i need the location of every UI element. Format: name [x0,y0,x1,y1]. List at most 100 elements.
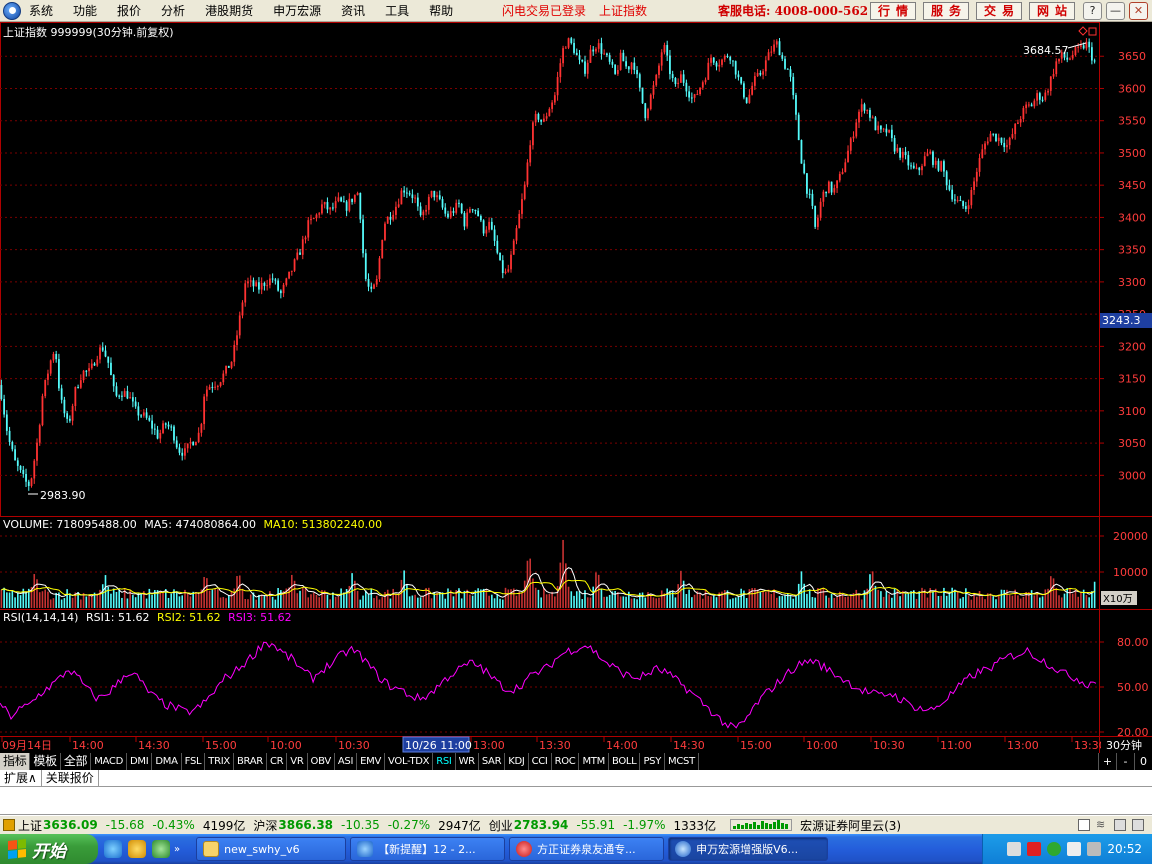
indicator-tab-wr[interactable]: WR [456,753,479,770]
signal-icon[interactable]: ≋ [1096,819,1108,831]
minimize-button[interactable]: — [1106,2,1125,20]
indicator-tab-roc[interactable]: ROC [552,753,580,770]
volume-bar [860,599,863,608]
candle-body [1044,92,1047,100]
indicator-tab-vr[interactable]: VR [287,753,308,770]
indicator-tab-mtm[interactable]: MTM [579,753,609,770]
candle-body [351,198,353,202]
menu-swhy[interactable]: 申万宏源 [263,0,331,22]
volume-bar [145,598,148,608]
media-icon[interactable] [152,840,170,858]
app-logo-icon[interactable] [3,1,21,20]
menu-system[interactable]: 系统 [27,0,63,22]
login-status[interactable]: 闪电交易已登录 [502,0,586,22]
indicator-tab-指标[interactable]: 指标 [0,753,31,770]
indicator-tab-boll[interactable]: BOLL [609,753,641,770]
index-link[interactable]: 上证指数 [599,0,647,22]
alert-icon[interactable] [3,819,15,831]
tray-status-icon[interactable] [1047,842,1062,856]
indicator-tab-obv[interactable]: OBV [308,753,335,770]
volume-bar [940,595,942,608]
indicator-tab-asi[interactable]: ASI [335,753,358,770]
trade-button[interactable]: 交易 [976,2,1022,20]
reset-button[interactable]: 0 [1134,753,1152,770]
system-tray: 20:52 [982,834,1152,864]
indicator-tab-vol-tdx[interactable]: VOL-TDX [385,753,434,770]
menu-function[interactable]: 功能 [63,0,107,22]
clock[interactable]: 20:52 [1107,842,1142,856]
indicator-tab-cr[interactable]: CR [267,753,288,770]
cy-label[interactable]: 创业 [489,817,513,834]
indicator-tab-全部[interactable]: 全部 [61,753,92,770]
kline-chart[interactable]: 3650360035503500345034003350330032503200… [0,22,1152,753]
volume-bar [740,588,742,608]
menu-tools[interactable]: 工具 [375,0,419,22]
indicator-tab-模板[interactable]: 模板 [30,753,61,770]
volume-bar [666,588,668,608]
menu-hk-futures[interactable]: 港股期货 [195,0,263,22]
indicator-tab-dmi[interactable]: DMI [127,753,153,770]
indicator-tab-kdj[interactable]: KDJ [505,753,529,770]
service-button[interactable]: 服务 [923,2,969,20]
candle-body [852,136,855,139]
related-quote-tab[interactable]: 关联报价 [42,770,99,786]
market-button[interactable]: 行情 [870,2,916,20]
hs-label[interactable]: 沪深 [253,817,277,834]
zoom-in-button[interactable]: + [1098,753,1116,770]
menu-help[interactable]: 帮助 [419,0,463,22]
sh-label[interactable]: 上证 [18,817,42,834]
expand-tab[interactable]: 扩展∧ [0,770,42,786]
volume-bars[interactable] [0,539,1096,608]
indicator-tab-rsi[interactable]: RSI [433,753,456,770]
tray-security-icon[interactable] [1027,842,1042,856]
indicator-tab-psy[interactable]: PSY [640,753,666,770]
task-browser-1[interactable]: 【新提醒】12 - 2... [350,837,506,861]
tray-network-icon[interactable] [1007,842,1022,856]
ie-icon[interactable] [104,840,122,858]
settings-icon[interactable] [1132,819,1144,831]
indicator-tab-macd[interactable]: MACD [91,753,127,770]
expand-icon[interactable] [1088,27,1097,36]
indicator-tab-emv[interactable]: EMV [357,753,386,770]
start-button[interactable]: 开始 [0,834,98,864]
indicator-tab-trix[interactable]: TRIX [205,753,234,770]
candle-body [518,213,521,229]
broker-server[interactable]: 宏源证券阿里云(3) [800,817,901,834]
menu-analysis[interactable]: 分析 [151,0,195,22]
candle-body [58,359,60,389]
menu-news[interactable]: 资讯 [331,0,375,22]
indicator-tab-brar[interactable]: BRAR [234,753,267,770]
window-icon[interactable] [1078,819,1090,831]
indicator-tab-cci[interactable]: CCI [529,753,552,770]
candlestick-series[interactable] [0,36,1096,491]
period-box[interactable]: 30分钟 [1101,737,1152,752]
candle-body [353,195,356,202]
indicator-tab-sar[interactable]: SAR [479,753,506,770]
close-button[interactable]: ✕ [1129,2,1148,20]
volume-bar [737,596,740,608]
tray-shield-icon[interactable] [1087,842,1102,856]
task-swhy[interactable]: 申万宏源增强版V6... [668,837,829,861]
task-folder[interactable]: new_swhy_v6 [196,837,347,861]
help-button[interactable]: ? [1083,2,1102,20]
candle-body [753,76,756,86]
zoom-out-button[interactable]: - [1116,753,1134,770]
indicator-tab-dma[interactable]: DMA [152,753,182,770]
quicklaunch-more-icon[interactable]: » [174,844,180,855]
candle-body [880,125,882,130]
indicator-tab-fsl[interactable]: FSL [182,753,206,770]
tray-volume-icon[interactable] [1067,842,1082,856]
volume-label: VOLUME: 718095488.00 [3,518,137,531]
lock-icon[interactable] [1114,819,1126,831]
menu-quote[interactable]: 报价 [107,0,151,22]
candle-body [940,161,943,171]
outlook-icon[interactable] [128,840,146,858]
indicator-tab-mcst[interactable]: MCST [665,753,699,770]
rsi-line[interactable] [0,641,1097,729]
volume-bar [1030,590,1033,608]
website-button[interactable]: 网站 [1029,2,1075,20]
candle-body [1047,90,1049,93]
task-fangzheng[interactable]: 方正证券泉友通专... [509,837,665,861]
candle-body [85,370,88,372]
candle-body [1052,74,1055,77]
